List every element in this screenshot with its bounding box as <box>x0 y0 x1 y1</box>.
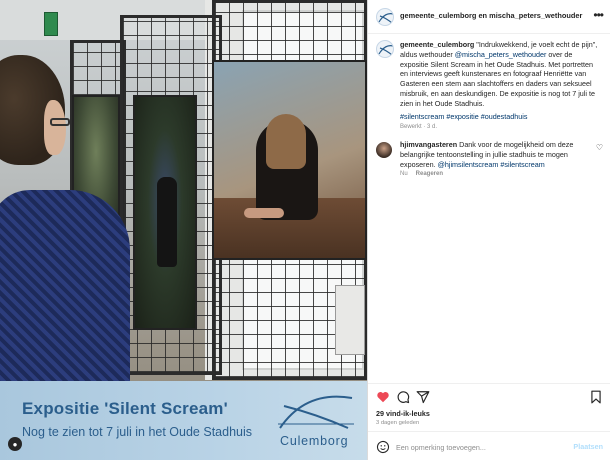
culemborg-logo-icon <box>278 395 354 429</box>
comment-username[interactable]: hjimvangasteren <box>400 140 457 149</box>
caption-username[interactable]: gemeente_culemborg <box>400 40 474 49</box>
share-icon[interactable] <box>416 390 430 404</box>
artwork-portrait <box>212 60 367 260</box>
bookmark-icon[interactable] <box>589 390 603 404</box>
like-comment-heart-icon[interactable]: ♡ <box>596 143 603 152</box>
banner-title: Expositie 'Silent Scream' <box>22 399 228 418</box>
artwork-hair <box>266 114 306 169</box>
viewer-glasses <box>50 118 70 126</box>
comment-meta: Nu Reageren <box>400 171 443 177</box>
caption-text: gemeente_culemborg "Indrukwekkend, je vo… <box>400 40 602 109</box>
like-count[interactable]: 29 vind-ik-leuks <box>376 409 430 418</box>
banner-subtitle: Nog te zien tot 7 juli in het Oude Stadh… <box>22 425 253 439</box>
post-comment-button[interactable]: Plaatsen <box>573 442 603 451</box>
post-header: gemeente_culemborg en mischa_peters_weth… <box>368 0 610 34</box>
reply-button[interactable]: Reageren <box>416 171 443 177</box>
exit-sign <box>44 12 58 36</box>
artwork-feet <box>244 208 284 218</box>
comment-mention[interactable]: @hjimsilentscream #silentscream <box>438 160 545 169</box>
comment-input[interactable] <box>396 440 566 454</box>
post-actions: 29 vind-ik-leuks 3 dagen geleden Plaatse… <box>368 383 610 460</box>
viewer-figure <box>0 190 130 410</box>
logo-text: Culemborg <box>280 434 349 448</box>
tagged-users-icon[interactable]: ● <box>8 437 22 451</box>
caption-hashtags[interactable]: #silentscream #expositie #oudestadhuis <box>400 112 527 121</box>
comment-icon[interactable] <box>396 390 410 404</box>
caption-mention[interactable]: @mischa_peters_wethouder <box>455 50 547 59</box>
post-time: 3 dagen geleden <box>376 420 420 426</box>
heart-icon[interactable] <box>376 390 390 404</box>
comment-text: hjimvangasteren Dank voor de mogelijkhei… <box>400 140 590 169</box>
emoji-icon[interactable] <box>376 440 390 454</box>
artwork-figure <box>157 177 177 267</box>
avatar[interactable] <box>376 40 394 58</box>
info-panel <box>335 285 365 355</box>
caption-meta: Bewerkt · 3 d. <box>400 124 438 130</box>
post-sidebar: gemeente_culemborg en mischa_peters_weth… <box>367 0 610 460</box>
artwork-portrait <box>133 95 197 330</box>
avatar[interactable] <box>376 142 392 158</box>
post-author[interactable]: gemeente_culemborg en mischa_peters_weth… <box>400 11 582 20</box>
comment-time: Nu <box>400 171 408 177</box>
add-comment-bar: Plaatsen <box>368 431 610 460</box>
ellipsis-icon[interactable]: ••• <box>593 8 604 22</box>
avatar[interactable] <box>376 8 394 26</box>
